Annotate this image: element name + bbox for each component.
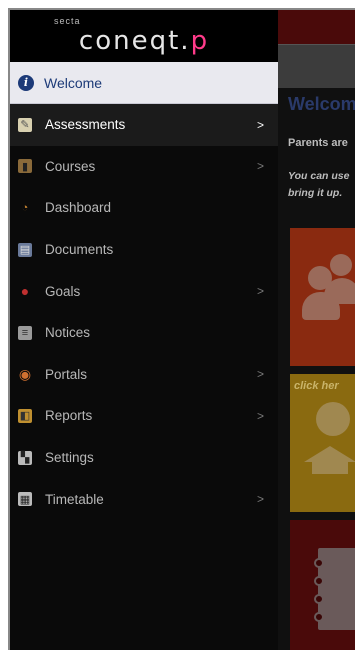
logo-wordmark-text: coneqt. [78, 26, 191, 56]
documents-icon: ▤ [18, 242, 32, 257]
binder-ring [314, 612, 324, 622]
portals-icon: ◉ [18, 365, 32, 382]
sidebar-item-welcome[interactable]: i Welcome [10, 62, 278, 104]
people-icon-head-back [330, 254, 352, 276]
sidebar-item-timetable[interactable]: ▦ Timetable > [10, 478, 278, 520]
click-here-tile[interactable]: click her [290, 374, 355, 512]
info-icon: i [18, 74, 34, 91]
binder-ring [314, 576, 324, 586]
assessments-icon: ✎ [18, 117, 32, 132]
binder-ring [314, 594, 324, 604]
globe-icon [316, 402, 350, 436]
sidebar-item-label: Goals [45, 283, 81, 299]
sidebar-item-notices[interactable]: ≡ Notices [10, 312, 278, 354]
courses-icon: ▮ [18, 159, 32, 174]
main-content: Welcom Parents are You can use bring it … [278, 10, 355, 650]
chevron-right-icon: > [256, 492, 264, 507]
sidebar-item-label: Timetable [45, 491, 104, 507]
logo-subtitle: secta [54, 16, 81, 26]
logo[interactable]: secta coneqt.p [10, 10, 278, 62]
page-title: Welcom [288, 94, 355, 114]
sidebar-item-label: Settings [45, 450, 94, 466]
sidebar-item-label: Portals [45, 366, 88, 382]
people-icon [302, 250, 355, 330]
sidebar-item-courses[interactable]: ▮ Courses > [10, 146, 278, 188]
chevron-right-icon: > [256, 159, 264, 174]
sidebar-item-reports[interactable]: ◧ Reports > [10, 395, 278, 437]
sidebar-item-label: Courses [45, 158, 96, 174]
timetable-icon: ▦ [18, 492, 32, 507]
sidebar-item-label: Dashboard [45, 200, 112, 216]
sidebar-item-label: Notices [45, 325, 91, 341]
dashboard-icon: ◔ [21, 201, 29, 214]
sidebar-item-settings[interactable]: ▚ Settings [10, 437, 278, 479]
hint-text-line2: bring it up. [288, 187, 343, 199]
sidebar-item-documents[interactable]: ▤ Documents [10, 229, 278, 271]
chevron-right-icon: > [256, 117, 264, 132]
sidebar-item-label: Assessments [45, 117, 126, 133]
notices-icon: ≡ [18, 325, 32, 340]
goals-icon: ● [20, 283, 30, 300]
chevron-right-icon: > [256, 284, 264, 299]
top-bar [278, 10, 355, 44]
graduation-cap-icon [304, 446, 355, 462]
sidebar-nav: secta coneqt.p i Welcome ✎ Assessments >… [10, 10, 278, 650]
chevron-right-icon: > [256, 408, 264, 423]
click-here-text: click her [294, 380, 339, 392]
people-icon-body-front [302, 292, 340, 320]
sidebar-item-label: Documents [45, 242, 114, 258]
sidebar-item-label: Reports [45, 408, 93, 424]
sidebar-item-goals[interactable]: ● Goals > [10, 270, 278, 312]
reports-icon: ◧ [18, 408, 32, 423]
sidebar-item-label: Welcome [44, 74, 103, 91]
hint-text-line1: You can use [288, 170, 350, 182]
planner-tile[interactable] [290, 520, 355, 650]
binder-ring [314, 558, 324, 568]
header-strip [278, 44, 355, 88]
chevron-right-icon: > [256, 367, 264, 382]
logo-wordmark: coneqt.p [79, 26, 209, 56]
sidebar-item-assessments[interactable]: ✎ Assessments > [10, 104, 278, 146]
settings-icon: ▚ [18, 450, 32, 465]
parents-tile[interactable] [290, 228, 355, 366]
people-icon-head-front [308, 266, 332, 290]
logo-wordmark-accent: p [190, 26, 210, 56]
intro-text: Parents are [288, 137, 348, 149]
sidebar-item-portals[interactable]: ◉ Portals > [10, 354, 278, 396]
graduation-cap-base [312, 462, 348, 474]
app-frame: secta coneqt.p i Welcome ✎ Assessments >… [8, 8, 355, 650]
sidebar-item-dashboard[interactable]: ◔ Dashboard [10, 187, 278, 229]
